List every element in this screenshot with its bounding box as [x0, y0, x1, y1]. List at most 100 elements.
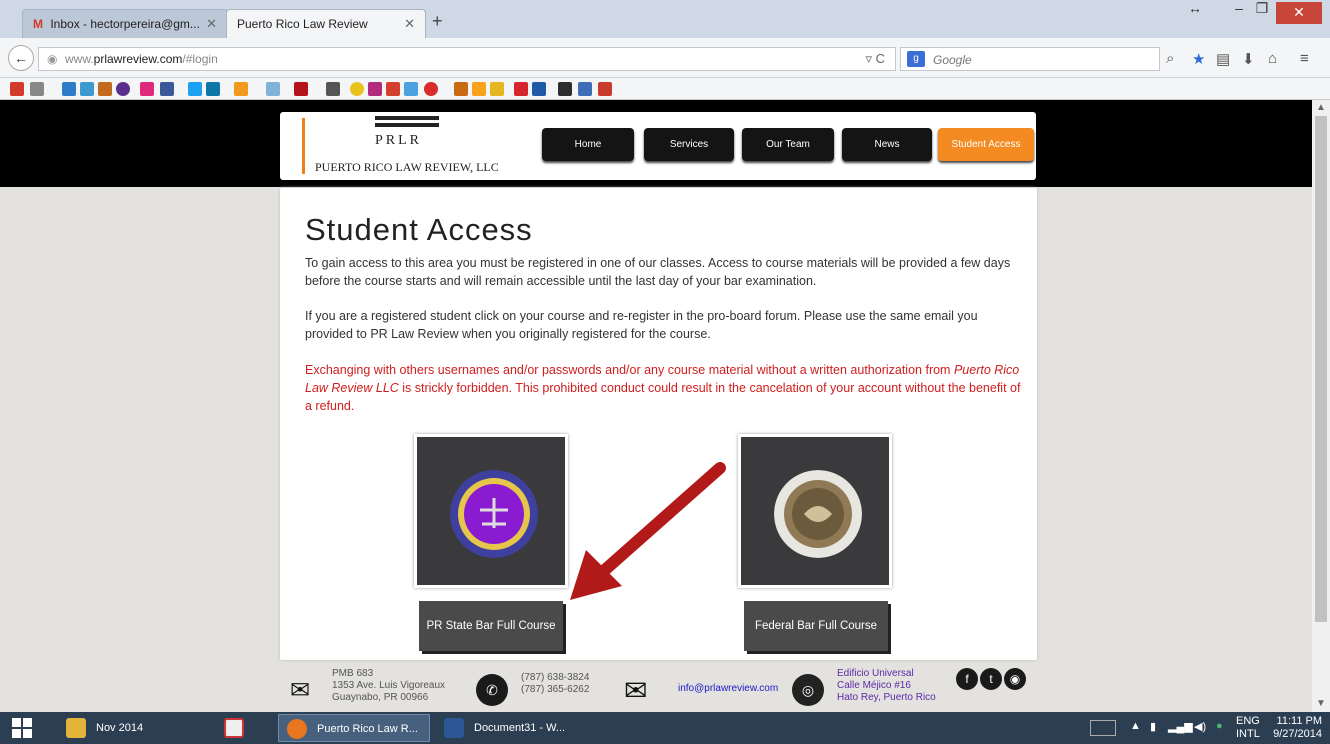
nav-our-team-button[interactable]: Our Team [742, 128, 834, 161]
taskbar-firefox-item[interactable]: Puerto Rico Law R... [278, 714, 430, 742]
bookmark-icon[interactable] [98, 82, 112, 96]
home-icon[interactable]: ⌂ [1268, 50, 1277, 67]
windows-start-icon[interactable] [12, 718, 32, 738]
gmail-bookmark-icon[interactable] [10, 82, 24, 96]
federal-bar-course-button[interactable]: Federal Bar Full Course [744, 601, 888, 651]
volume-icon[interactable]: ◀) [1194, 720, 1206, 733]
bookmark-icon[interactable] [30, 82, 44, 96]
scroll-down-icon[interactable]: ▼ [1316, 698, 1326, 709]
tab-gmail-inbox[interactable]: M Inbox - hectorpereira@gm... ✕ [22, 9, 228, 38]
signal-icon[interactable]: ▂▄▆ [1168, 720, 1193, 733]
url-prefix: www. [65, 52, 94, 66]
clock[interactable]: 11:11 PM 9/27/2014 [1272, 715, 1322, 741]
phone-number: (787) 638-3824 [521, 672, 590, 683]
site-header: PRLR PUERTO RICO LAW REVIEW, LLC Home Se… [280, 112, 1036, 180]
download-icon[interactable]: ⬇ [1242, 50, 1255, 68]
bookmark-icon[interactable] [266, 82, 280, 96]
globe-icon: ◉ [47, 52, 58, 66]
nav-home-button[interactable]: Home [542, 128, 634, 161]
bookmark-icon[interactable] [514, 82, 528, 96]
minimize-icon[interactable]: – [1228, 0, 1250, 22]
federal-bar-card[interactable] [738, 434, 892, 588]
main-content: Student Access To gain access to this ar… [280, 188, 1037, 660]
search-icon[interactable]: ⌕ [1166, 50, 1174, 67]
scroll-up-icon[interactable]: ▲ [1316, 102, 1326, 113]
email-link[interactable]: info@prlawreview.com [678, 683, 778, 694]
close-window-icon[interactable]: ✕ [1276, 2, 1322, 24]
back-arrow-icon[interactable]: ← [8, 45, 34, 71]
url-domain: prlawreview.com [93, 52, 183, 66]
network-icon[interactable]: ▮ [1150, 720, 1156, 733]
pr-state-bar-card[interactable] [414, 434, 568, 588]
location-line: Hato Rey, Puerto Rico [837, 692, 936, 703]
flickr-icon[interactable] [140, 82, 154, 96]
search-bar[interactable]: g Google [900, 47, 1160, 71]
bookmark-icon[interactable] [558, 82, 572, 96]
bookmark-icon[interactable] [386, 82, 400, 96]
site-footer: ✉ PMB 683 1353 Ave. Luis Vigoreaux Guayn… [280, 662, 1037, 712]
imdb-icon[interactable] [490, 82, 504, 96]
address-line: Guaynabo, PR 00966 [332, 692, 429, 703]
taskbar-folder-item[interactable]: Nov 2014 [58, 714, 214, 742]
nav-services-button[interactable]: Services [644, 128, 734, 161]
windows-taskbar: Nov 2014 Puerto Rico Law R... Document31… [0, 712, 1330, 744]
bookmarks-toolbar [0, 78, 1330, 100]
maximize-icon[interactable]: ❐ [1250, 0, 1274, 22]
status-icon[interactable]: ● [1216, 720, 1223, 732]
close-tab-icon[interactable]: ✕ [206, 16, 217, 32]
amazon-icon[interactable] [472, 82, 486, 96]
footer-location: Edificio Universal Calle Méjico #16 Hato… [837, 668, 936, 704]
facebook-icon[interactable] [160, 82, 174, 96]
scrollbar-thumb[interactable] [1315, 116, 1327, 622]
tab-prlawreview[interactable]: Puerto Rico Law Review ✕ [226, 9, 426, 38]
twitter-icon[interactable]: t [980, 668, 1002, 690]
bookmark-star-icon[interactable]: ★ [1192, 50, 1205, 68]
keyboard-icon[interactable] [1090, 720, 1116, 736]
folder-icon [66, 718, 86, 738]
show-hidden-icons-icon[interactable]: ▲ [1130, 720, 1141, 732]
page-scrollbar[interactable]: ▲ ▼ [1312, 100, 1330, 712]
nav-student-access-button[interactable]: Student Access [938, 128, 1034, 161]
warning-text: Exchanging with others usernames and/or … [305, 363, 954, 377]
menu-icon[interactable]: ≡ [1300, 50, 1309, 67]
reload-icon[interactable]: ▿ C [865, 51, 885, 67]
url-bar[interactable]: ◉ www.prlawreview.com/#login ▿ C [38, 47, 896, 71]
bookmark-icon[interactable] [368, 82, 382, 96]
taskbar-app-item[interactable] [216, 714, 262, 742]
globe-location-icon: ◎ [792, 674, 824, 706]
twitter-icon[interactable] [188, 82, 202, 96]
mailbox-icon: ✉ [290, 677, 311, 704]
taskbar-label: Nov 2014 [96, 722, 144, 734]
bookmark-icon[interactable] [532, 82, 546, 96]
linkedin-icon[interactable] [206, 82, 220, 96]
bookmark-icon[interactable] [116, 82, 130, 96]
reading-list-icon[interactable]: ▤ [1216, 50, 1230, 68]
bookmark-icon[interactable] [80, 82, 94, 96]
rss-icon[interactable]: ◉ [1004, 668, 1026, 690]
bookmark-icon[interactable] [404, 82, 418, 96]
url-path: /#login [182, 52, 218, 66]
bookmark-icon[interactable] [598, 82, 612, 96]
email-envelope-icon: ✉ [624, 675, 648, 706]
restore-arrows-icon[interactable]: ↔ [1180, 0, 1210, 22]
word-icon [444, 718, 464, 738]
bookmark-icon[interactable] [350, 82, 364, 96]
bookmark-icon[interactable] [454, 82, 468, 96]
close-tab-icon[interactable]: ✕ [404, 16, 415, 32]
facebook-icon[interactable]: f [956, 668, 978, 690]
clock-time: 11:11 PM [1276, 715, 1322, 727]
bookmark-icon[interactable] [424, 82, 438, 96]
pr-state-bar-course-button[interactable]: PR State Bar Full Course [419, 601, 563, 651]
new-tab-icon[interactable]: + [432, 11, 443, 32]
bookmark-icon[interactable] [62, 82, 76, 96]
bookmark-icon[interactable] [234, 82, 248, 96]
firefox-icon [287, 719, 307, 739]
taskbar-word-item[interactable]: Document31 - W... [436, 714, 586, 742]
tab-label: Inbox - hectorpereira@gm... [50, 17, 200, 31]
bookmark-icon[interactable] [326, 82, 340, 96]
nav-news-button[interactable]: News [842, 128, 932, 161]
app-icon [224, 718, 244, 738]
bookmark-icon[interactable] [294, 82, 308, 96]
bookmark-icon[interactable] [578, 82, 592, 96]
language-indicator[interactable]: ENG INTL [1236, 715, 1260, 741]
